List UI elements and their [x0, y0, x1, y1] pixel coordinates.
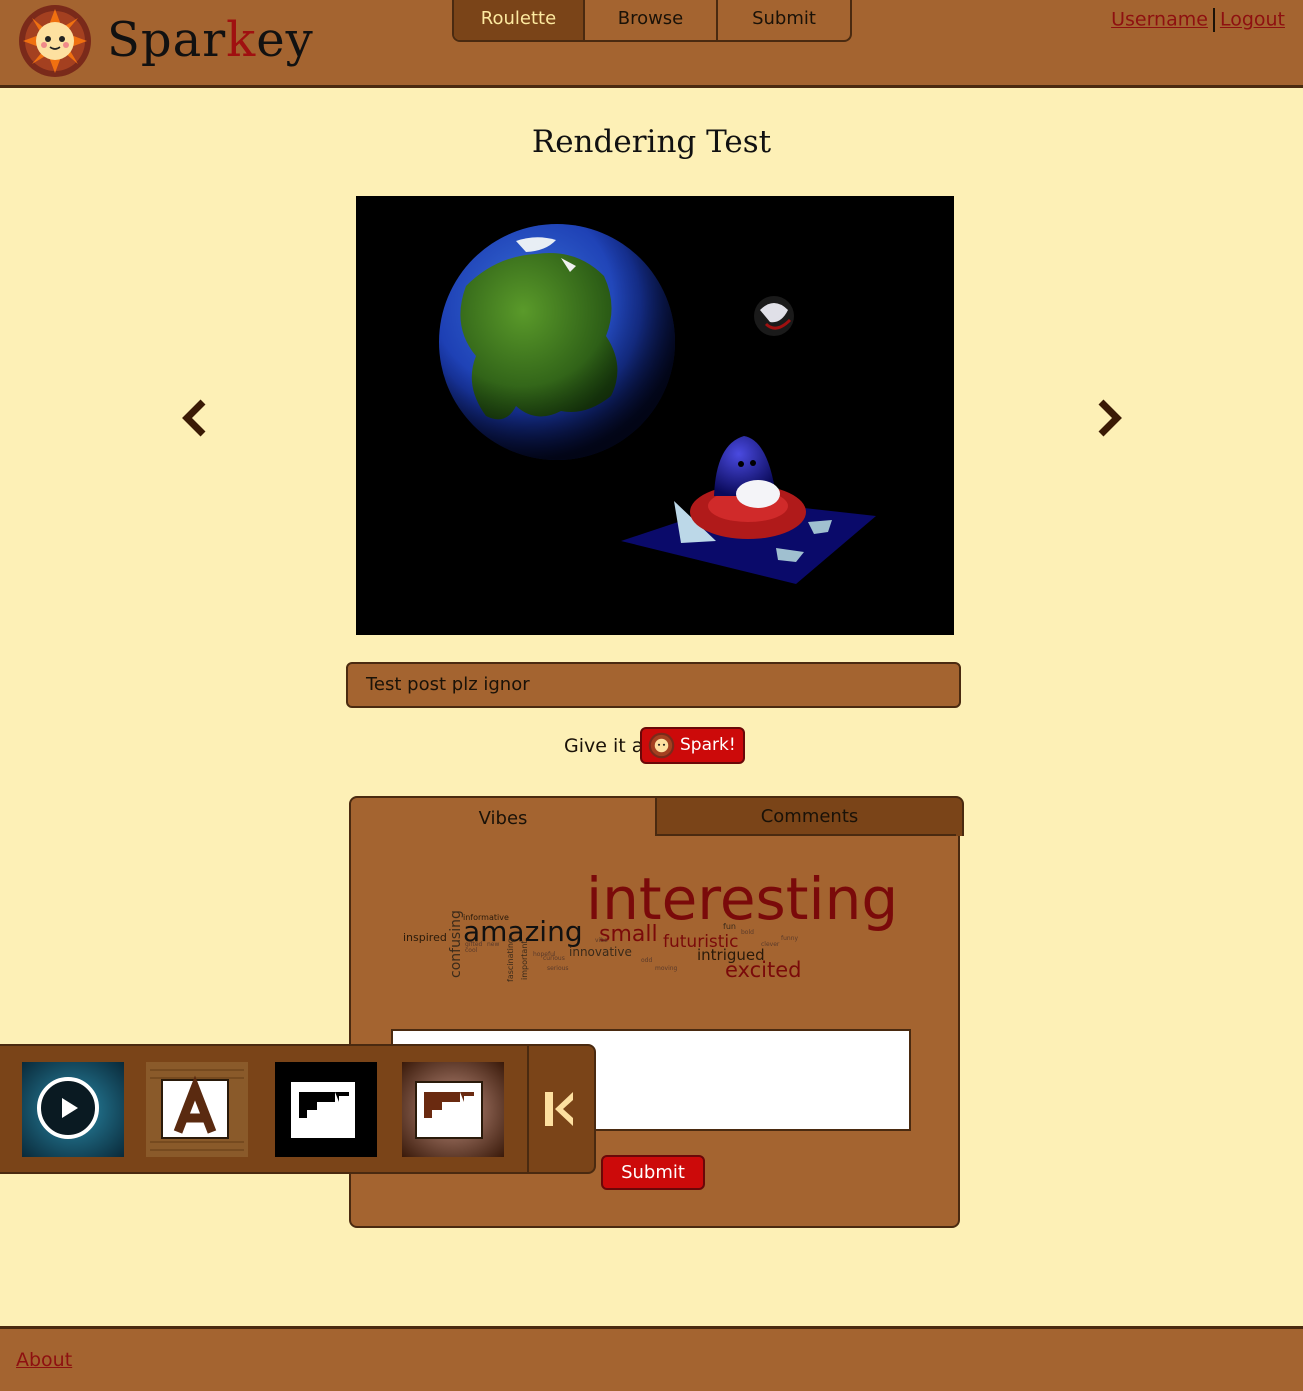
tab-divider [655, 834, 956, 836]
site-header: Sparkey Roulette Browse Submit Username L… [0, 0, 1303, 88]
dock-divider [527, 1046, 529, 1172]
play-icon [22, 1062, 124, 1157]
submit-vibe-button[interactable]: Submit [601, 1155, 705, 1190]
vibes-word-cloud: interesting amazing small futuristic con… [401, 862, 921, 992]
main-nav: Roulette Browse Submit [452, 0, 852, 42]
user-links: Username Logout [1111, 8, 1285, 32]
collapse-left-icon[interactable] [543, 1090, 575, 1128]
word-cloud-word: intrigued [697, 946, 765, 964]
word-cloud-word: innovative [569, 945, 632, 959]
brand-name-part: Spar [107, 12, 227, 68]
word-cloud-word: interesting [586, 865, 899, 933]
word-cloud-word: fascinating [506, 938, 515, 982]
word-cloud-word: odd [641, 957, 653, 964]
tab-vibes[interactable]: Vibes [351, 798, 655, 838]
site-footer: About [0, 1326, 1303, 1391]
tab-comments[interactable]: Comments [655, 796, 964, 836]
word-cloud-word: confusing [448, 910, 464, 978]
brand-name[interactable]: Sparkey [107, 10, 314, 70]
word-cloud-word: important [520, 940, 529, 980]
brand-name-highlight: k [226, 12, 257, 68]
word-cloud-word: bold [741, 929, 754, 936]
nav-tab-roulette[interactable]: Roulette [454, 0, 583, 40]
nav-tab-browse[interactable]: Browse [583, 0, 716, 40]
word-cloud-word: vibe [595, 937, 608, 944]
brand-name-part: ey [256, 12, 314, 68]
previous-arrow-icon[interactable] [181, 398, 211, 438]
word-cloud-word: new [487, 941, 500, 948]
text-tool-icon [146, 1062, 248, 1157]
nav-tab-submit[interactable]: Submit [716, 0, 850, 40]
sparkey-logo-icon [648, 732, 675, 759]
sparkey-logo-icon[interactable] [17, 3, 93, 79]
word-cloud-word: funny [781, 935, 799, 942]
word-cloud-word: serious [547, 965, 569, 972]
word-cloud-word: clever [761, 941, 780, 948]
tool-play[interactable] [22, 1062, 124, 1157]
word-cloud-word: inspired [403, 931, 447, 944]
spark-button-label: Spark! [680, 735, 736, 755]
about-link[interactable]: About [16, 1349, 72, 1371]
word-cloud-word: cool [465, 947, 478, 954]
next-arrow-icon[interactable] [1093, 398, 1123, 438]
flow-tool-alt-icon [402, 1062, 504, 1157]
spark-button[interactable]: Spark! [640, 727, 745, 764]
tool-flow-alt[interactable] [402, 1062, 504, 1157]
logout-link[interactable]: Logout [1220, 9, 1285, 31]
link-separator [1212, 8, 1215, 32]
username-link[interactable]: Username [1111, 9, 1208, 31]
tool-dock [0, 1044, 596, 1174]
word-cloud-word: gifted [465, 941, 483, 948]
tool-flow[interactable] [275, 1062, 377, 1157]
give-it-a-label: Give it a [564, 735, 644, 757]
word-cloud-word: fun [723, 922, 736, 931]
tool-text[interactable] [146, 1062, 248, 1157]
flow-tool-icon [275, 1062, 377, 1157]
word-cloud-word: moving [655, 965, 678, 972]
word-cloud-word: curious [543, 955, 565, 962]
post-render-image [356, 196, 954, 635]
word-cloud-word: informative [463, 913, 509, 922]
post-caption: Test post plz ignor [346, 662, 961, 708]
post-title: Rendering Test [531, 124, 772, 160]
post-caption-text: Test post plz ignor [366, 674, 530, 695]
